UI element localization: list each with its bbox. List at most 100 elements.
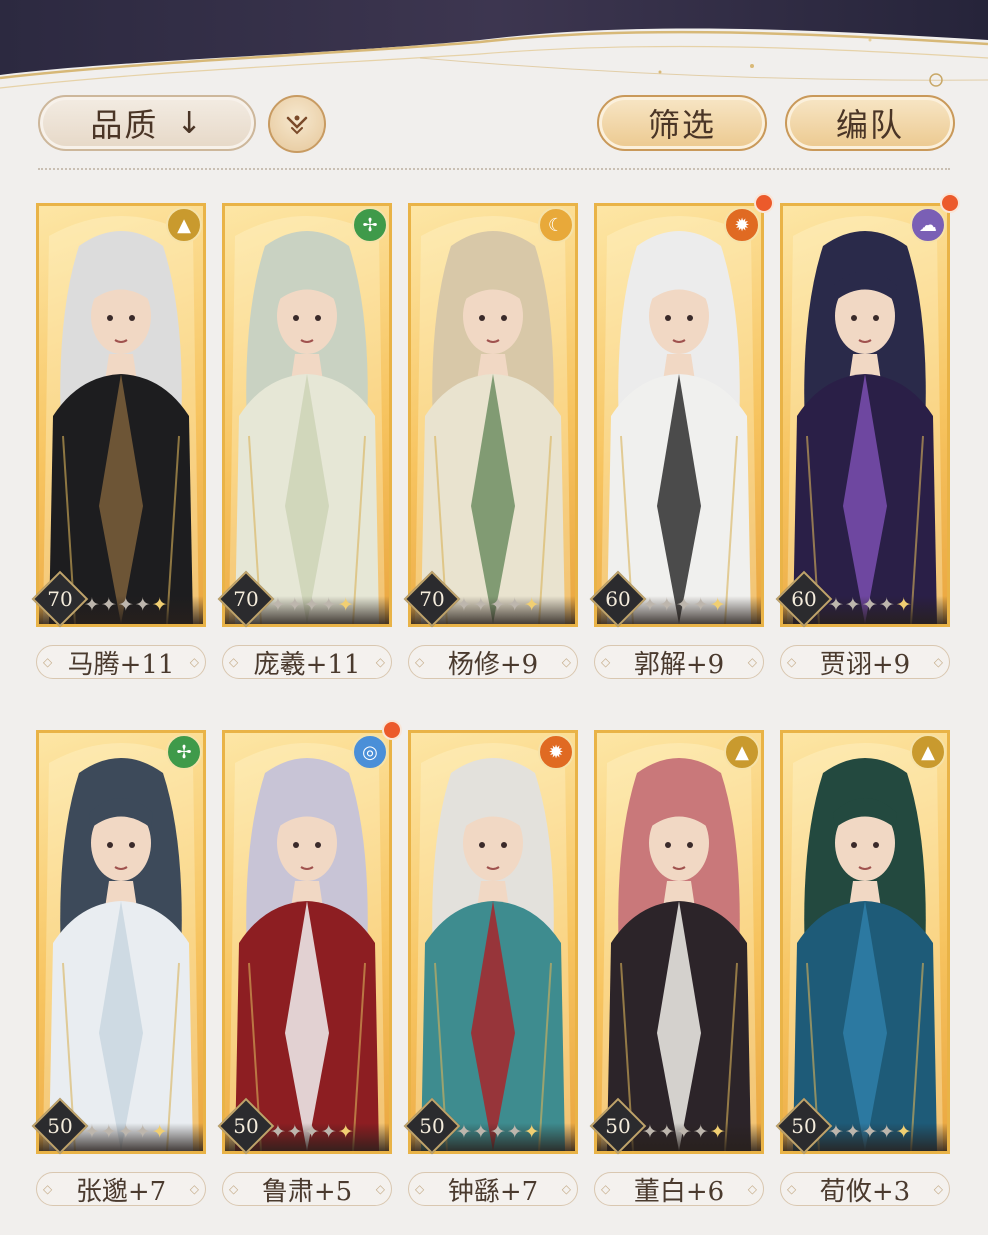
star-icon: ✦	[861, 1121, 878, 1143]
star-icon: ✦	[303, 1121, 320, 1143]
star-rating: ✦ ✦ ✦ ✦ ✦	[84, 593, 168, 617]
star-icon: ✦	[337, 594, 354, 616]
star-icon: ✦	[117, 594, 134, 616]
star-icon: ✦	[861, 594, 878, 616]
star-icon: ✦	[489, 1121, 506, 1143]
filter-label: 筛选	[647, 106, 716, 144]
star-icon: ✦	[828, 594, 844, 616]
star-icon: ✦	[828, 1121, 844, 1143]
notification-dot	[940, 193, 960, 213]
star-icon: ✦	[320, 1121, 337, 1143]
star-icon: ✦	[286, 1121, 303, 1143]
divider	[38, 168, 950, 170]
star-icon: ✦	[270, 1121, 286, 1143]
star-icon: ✦	[472, 1121, 489, 1143]
star-icon: ✦	[506, 1121, 523, 1143]
character-card[interactable]: ▲ 50 ✦ ✦ ✦ ✦ ✦	[589, 730, 764, 1155]
fire-icon: ✹	[538, 734, 574, 770]
character-name: 杨修+9	[408, 645, 578, 680]
star-icon: ✦	[100, 594, 117, 616]
character-portrait	[225, 206, 389, 624]
star-icon: ✦	[895, 1121, 912, 1143]
star-icon: ✦	[134, 1121, 151, 1143]
star-icon: ✦	[692, 594, 709, 616]
character-name: 鲁肃+5	[222, 1172, 392, 1207]
star-icon: ✦	[878, 1121, 895, 1143]
water-icon: ◎	[352, 734, 388, 770]
character-card[interactable]: ✢ 70 ✦ ✦ ✦ ✦ ✦	[217, 203, 392, 628]
character-card[interactable]: ☁ 60 ✦ ✦ ✦ ✦ ✦	[775, 193, 960, 628]
star-rating: ✦ ✦ ✦ ✦ ✦	[456, 593, 540, 617]
character-name: 钟繇+7	[408, 1172, 578, 1207]
character-name: 庞羲+11	[222, 645, 392, 680]
star-icon: ✦	[642, 594, 658, 616]
star-icon: ✦	[84, 594, 100, 616]
character-card[interactable]: ✢ 50 ✦ ✦ ✦ ✦ ✦	[31, 730, 206, 1155]
character-card[interactable]: ✹ 50 ✦ ✦ ✦ ✦ ✦	[403, 730, 578, 1155]
level-text: 50	[419, 1114, 445, 1138]
cloud-icon: ☁	[910, 207, 946, 243]
star-icon: ✦	[895, 594, 912, 616]
team-button[interactable]: 编队	[785, 95, 955, 151]
star-icon: ✦	[692, 1121, 709, 1143]
star-icon: ✦	[642, 1121, 658, 1143]
chevron-down-icon	[286, 115, 308, 135]
star-icon: ✦	[456, 594, 472, 616]
earth-icon: ▲	[724, 734, 760, 770]
star-rating: ✦ ✦ ✦ ✦ ✦	[828, 1120, 912, 1144]
star-icon: ✦	[844, 1121, 861, 1143]
top-banner	[0, 0, 988, 110]
star-rating: ✦ ✦ ✦ ✦ ✦	[270, 1120, 354, 1144]
star-icon: ✦	[320, 594, 337, 616]
sort-label: 品质	[90, 106, 159, 144]
star-icon: ✦	[523, 594, 540, 616]
star-icon: ✦	[709, 1121, 726, 1143]
star-rating: ✦ ✦ ✦ ✦ ✦	[84, 1120, 168, 1144]
star-icon: ✦	[506, 594, 523, 616]
star-icon: ✦	[303, 594, 320, 616]
character-portrait	[597, 206, 761, 624]
character-portrait	[783, 206, 947, 624]
star-icon: ✦	[658, 594, 675, 616]
level-text: 70	[419, 587, 445, 611]
star-rating: ✦ ✦ ✦ ✦ ✦	[828, 593, 912, 617]
character-card[interactable]: ✹ 60 ✦ ✦ ✦ ✦ ✦	[589, 193, 774, 628]
star-icon: ✦	[337, 1121, 354, 1143]
character-card[interactable]: ▲ 50 ✦ ✦ ✦ ✦ ✦	[775, 730, 950, 1155]
star-icon: ✦	[658, 1121, 675, 1143]
character-name: 荀攸+3	[780, 1172, 950, 1207]
notification-dot	[382, 720, 402, 740]
character-portrait	[39, 206, 203, 624]
star-icon: ✦	[844, 594, 861, 616]
star-icon: ✦	[270, 594, 286, 616]
level-text: 60	[605, 587, 631, 611]
arrow-down-icon: ↓	[176, 105, 204, 141]
earth-icon: ▲	[910, 734, 946, 770]
wind-icon: ✢	[166, 734, 202, 770]
character-portrait	[411, 206, 575, 624]
star-icon: ✦	[117, 1121, 134, 1143]
level-text: 50	[233, 1114, 259, 1138]
star-icon: ✦	[100, 1121, 117, 1143]
wind-icon: ✢	[352, 207, 388, 243]
notification-dot	[754, 193, 774, 213]
sort-quality-button[interactable]: 品质 ↓	[38, 95, 256, 151]
character-name: 贾诩+9	[780, 645, 950, 680]
star-icon: ✦	[675, 1121, 692, 1143]
character-card[interactable]: ☾ 70 ✦ ✦ ✦ ✦ ✦	[403, 203, 578, 628]
star-rating: ✦ ✦ ✦ ✦ ✦	[456, 1120, 540, 1144]
star-icon: ✦	[456, 1121, 472, 1143]
level-text: 50	[791, 1114, 817, 1138]
star-icon: ✦	[472, 594, 489, 616]
star-icon: ✦	[709, 594, 726, 616]
filter-button[interactable]: 筛选	[597, 95, 767, 151]
moon-icon: ☾	[538, 207, 574, 243]
star-icon: ✦	[489, 594, 506, 616]
level-text: 50	[605, 1114, 631, 1138]
sort-order-button[interactable]	[268, 95, 326, 153]
star-icon: ✦	[523, 1121, 540, 1143]
character-portrait	[39, 733, 203, 1151]
level-text: 60	[791, 587, 817, 611]
character-card[interactable]: ▲ 70 ✦ ✦ ✦ ✦ ✦	[31, 203, 206, 628]
character-card[interactable]: ◎ 50 ✦ ✦ ✦ ✦ ✦	[217, 720, 402, 1155]
